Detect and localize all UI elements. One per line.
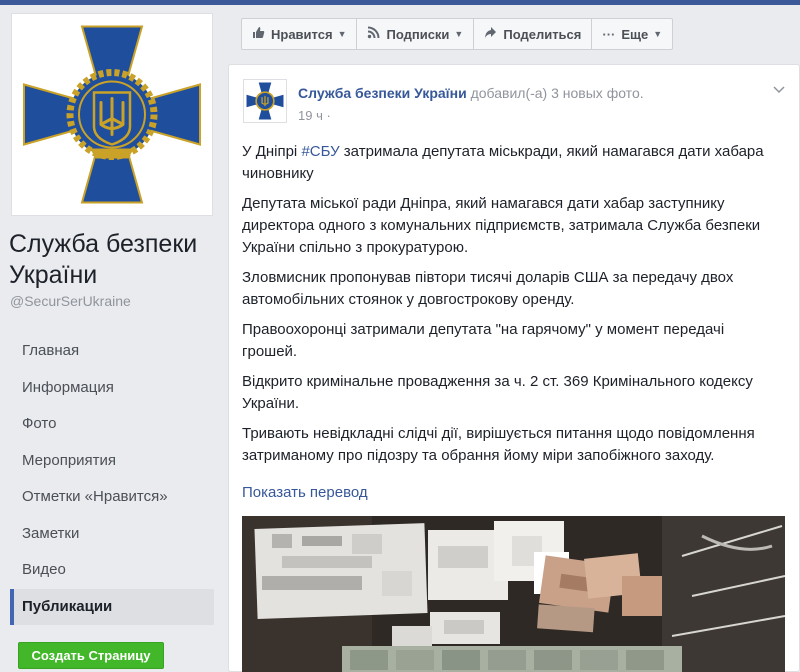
- more-dots-icon: ···: [602, 26, 616, 42]
- page-nav: Главная Информация Фото Мероприятия Отме…: [10, 333, 214, 625]
- like-button[interactable]: Нравится ▼: [242, 19, 358, 49]
- rss-icon: [367, 26, 380, 42]
- page-profile-picture[interactable]: [11, 13, 213, 216]
- follow-label: Подписки: [386, 26, 450, 42]
- share-label: Поделиться: [503, 26, 582, 42]
- feed-post: Служба безпеки України добавил(-а) 3 нов…: [228, 64, 800, 672]
- post-paragraph: Правоохоронці затримали депутата "на гар…: [242, 321, 725, 360]
- nav-item-likes[interactable]: Отметки «Нравится»: [10, 479, 214, 516]
- post-time-text: 19 ч: [298, 108, 323, 123]
- post-text-fragment: У Дніпрі: [242, 143, 302, 160]
- post-photo[interactable]: [242, 516, 785, 672]
- sbu-emblem-logo: [12, 14, 212, 215]
- page-action-bar: Нравится ▼ Подписки ▼ Поделиться ··· Еще…: [241, 18, 674, 50]
- left-column: Служба безпеки України @SecurSerUkraine …: [0, 5, 228, 672]
- post-paragraph: Відкрито кримінальне провадження за ч. 2…: [242, 373, 753, 412]
- nav-item-about[interactable]: Информация: [10, 370, 214, 407]
- globe-icon: ·: [326, 108, 331, 123]
- post-header: Служба безпеки України добавил(-а) 3 нов…: [298, 85, 644, 101]
- chevron-down-icon: ▼: [454, 29, 464, 39]
- page-handle: @SecurSerUkraine: [10, 293, 131, 309]
- more-label: Еще: [621, 26, 649, 42]
- post-options-chevron-icon[interactable]: [773, 83, 785, 97]
- nav-item-notes[interactable]: Заметки: [10, 516, 214, 553]
- post-text: У Дніпрі #СБУ затримала депутата міськра…: [242, 141, 782, 475]
- chevron-down-icon: ▼: [653, 29, 663, 39]
- post-paragraph: Депутата міської ради Дніпра, який намаг…: [242, 195, 761, 256]
- sbu-emblem-avatar: [244, 80, 286, 122]
- follow-button[interactable]: Подписки ▼: [357, 19, 475, 49]
- nav-item-posts[interactable]: Публикации: [10, 588, 214, 625]
- create-page-button[interactable]: Создать Страницу: [18, 642, 164, 669]
- nav-item-photos[interactable]: Фото: [10, 406, 214, 443]
- evidence-photo-image: [242, 516, 785, 672]
- post-paragraph: Зловмисник пропонував півтори тисячі дол…: [242, 269, 734, 308]
- post-paragraph: Тривають невідкладні слідчі дії, вирішує…: [242, 425, 755, 464]
- nav-item-videos[interactable]: Видео: [10, 552, 214, 589]
- post-author-link[interactable]: Служба безпеки України: [298, 85, 467, 101]
- share-button[interactable]: Поделиться: [474, 19, 593, 49]
- page-name[interactable]: Служба безпеки України: [9, 229, 224, 291]
- hashtag-link[interactable]: #СБУ: [301, 143, 339, 160]
- see-translation-link[interactable]: Показать перевод: [242, 484, 368, 501]
- more-button[interactable]: ··· Еще ▼: [592, 19, 672, 49]
- chevron-down-icon: ▼: [337, 29, 347, 39]
- post-author-avatar[interactable]: [243, 79, 287, 123]
- nav-item-home[interactable]: Главная: [10, 333, 214, 370]
- post-timestamp[interactable]: 19 ч ·: [298, 108, 331, 123]
- share-arrow-icon: [484, 26, 497, 42]
- post-paragraph: У Дніпрі #СБУ затримала депутата міськра…: [242, 141, 782, 185]
- post-action-text: добавил(-а) 3 новых фото.: [470, 85, 644, 101]
- like-label: Нравится: [271, 26, 333, 42]
- thumbs-up-icon: [252, 26, 265, 42]
- nav-item-events[interactable]: Мероприятия: [10, 443, 214, 480]
